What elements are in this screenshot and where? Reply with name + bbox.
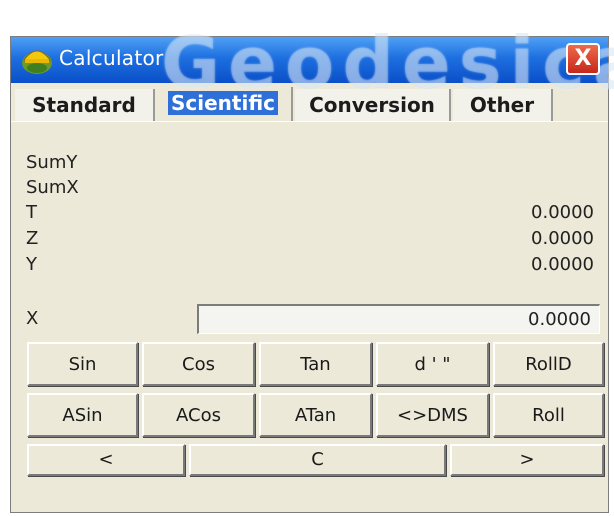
close-button[interactable]: X bbox=[566, 43, 600, 75]
sumx-label: SumX bbox=[26, 177, 79, 198]
acos-button[interactable]: ACos bbox=[142, 393, 255, 437]
to-dms-button[interactable]: <>DMS bbox=[376, 393, 489, 437]
forward-button[interactable]: > bbox=[450, 444, 604, 476]
cos-button[interactable]: Cos bbox=[142, 342, 255, 386]
sin-button[interactable]: Sin bbox=[27, 342, 138, 386]
asin-button[interactable]: ASin bbox=[27, 393, 138, 437]
cropped-caption-text bbox=[0, 0, 614, 36]
x-label: X bbox=[26, 308, 39, 329]
t-value: 0.0000 bbox=[531, 202, 594, 223]
window-title: Calculator bbox=[59, 46, 164, 70]
z-label: Z bbox=[26, 228, 39, 249]
tab-conversion[interactable]: Conversion bbox=[295, 89, 451, 121]
sumy-label: SumY bbox=[26, 152, 78, 173]
x-value: 0.0000 bbox=[528, 309, 591, 330]
tab-scientific[interactable]: Scientific bbox=[155, 87, 293, 122]
tab-standard[interactable]: Standard bbox=[15, 89, 155, 121]
dms-symbol-button[interactable]: d ' " bbox=[376, 342, 489, 386]
title-bar[interactable]: Geodesical Calculator X bbox=[11, 21, 614, 105]
tab-other[interactable]: Other bbox=[453, 89, 553, 121]
tan-button[interactable]: Tan bbox=[259, 342, 372, 386]
roll-button[interactable]: Roll bbox=[493, 393, 604, 437]
y-value: 0.0000 bbox=[531, 254, 594, 275]
y-label: Y bbox=[26, 254, 37, 275]
rolld-button[interactable]: RollD bbox=[493, 342, 604, 386]
calculator-app-icon bbox=[22, 50, 52, 74]
atan-button[interactable]: ATan bbox=[259, 393, 372, 437]
t-label: T bbox=[26, 202, 37, 223]
tab-strip: Standard Scientific Conversion Other bbox=[13, 87, 608, 122]
clear-button[interactable]: C bbox=[189, 444, 446, 476]
z-value: 0.0000 bbox=[531, 228, 594, 249]
x-input-field[interactable]: 0.0000 bbox=[197, 304, 600, 334]
tab-panel-divider bbox=[11, 121, 608, 122]
calculator-window: Geodesical Calculator X Standard Scienti… bbox=[10, 21, 614, 513]
back-button[interactable]: < bbox=[27, 444, 185, 476]
